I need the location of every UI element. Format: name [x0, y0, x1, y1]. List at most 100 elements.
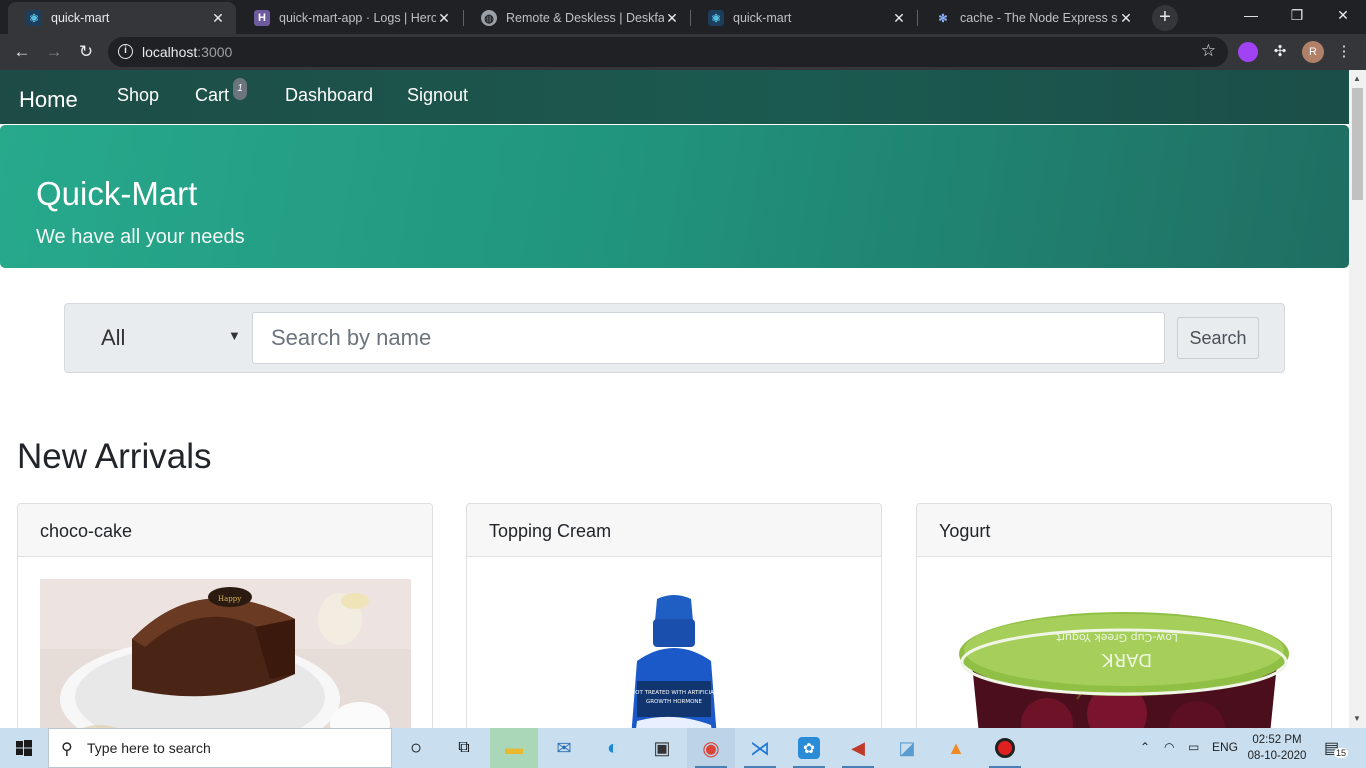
taskbar-search-placeholder: Type here to search: [87, 740, 211, 756]
mail-icon[interactable]: ✉: [540, 728, 588, 768]
edge-icon[interactable]: ◐: [589, 728, 637, 768]
menu-icon[interactable]: ⋮: [1330, 38, 1358, 66]
product-name: Topping Cream: [467, 504, 881, 557]
browser-tab[interactable]: H quick-mart-app · Logs | Heroku ✕: [236, 2, 462, 34]
product-image: NOT TREATED WITH ARTIFICIAL GROWTH HORMO…: [631, 595, 718, 728]
tab-title: cache - The Node Express server: [960, 11, 1118, 25]
nav-signout-link[interactable]: Signout: [407, 85, 468, 106]
url-host: localhost: [142, 44, 198, 60]
close-icon[interactable]: ✕: [891, 10, 907, 27]
battery-icon[interactable]: ▭: [1188, 740, 1199, 754]
page-viewport: Home Shop Cart 1 Dashboard Signout Quick…: [0, 70, 1349, 728]
windows-start-icon[interactable]: [0, 728, 48, 768]
vscode-icon[interactable]: ⋊: [736, 728, 784, 768]
task-view-icon[interactable]: ⧉: [440, 728, 488, 768]
browser-tab[interactable]: ✻ cache - The Node Express server ✕: [917, 2, 1144, 34]
os-taskbar: ⚲ Type here to search ○ ⧉ ▬ ✉ ◐ ▣ ◉ ⋊ ✿ …: [0, 728, 1366, 768]
hero-banner: Quick-Mart We have all your needs: [0, 125, 1349, 268]
browser-tab-bar: ⚛ quick-mart ✕ H quick-mart-app · Logs |…: [0, 0, 1366, 34]
notification-count-badge: 15: [1334, 748, 1349, 758]
product-name: Yogurt: [917, 504, 1331, 557]
hero-subtitle: We have all your needs: [36, 226, 245, 248]
forward-button[interactable]: →: [40, 38, 68, 66]
close-window-button[interactable]: ✕: [1320, 0, 1366, 32]
browser-tab[interactable]: ⚛ quick-mart ✕: [8, 2, 236, 34]
react-icon: ⚛: [26, 10, 42, 26]
category-select-value: All: [101, 325, 126, 350]
info-icon[interactable]: i: [118, 44, 133, 59]
file-explorer-icon[interactable]: ▬: [490, 728, 538, 768]
minimize-button[interactable]: —: [1228, 0, 1274, 32]
product-image: Low-Cup Greek Yogurt DARK: [959, 612, 1289, 728]
category-select[interactable]: All ▼: [65, 304, 253, 372]
svg-text:GROWTH HORMONE: GROWTH HORMONE: [646, 699, 703, 705]
puzzle-icon[interactable]: ✣: [1266, 38, 1294, 66]
svg-text:Happy: Happy: [218, 595, 241, 603]
product-card[interactable]: Topping Cream NOT TREATED WITH ARTIFICIA…: [466, 503, 882, 728]
tray-chevron-up-icon[interactable]: ⌃: [1140, 740, 1150, 754]
browser-toolbar: ← → ↻ i localhost:3000 ☆ ✣ R ⋮: [0, 34, 1366, 70]
svg-text:DARK: DARK: [1101, 649, 1152, 670]
restore-button[interactable]: ❐: [1274, 0, 1320, 32]
tab-title: quick-mart: [51, 11, 110, 25]
taskbar-clock[interactable]: 02:52 PM 08-10-2020: [1246, 732, 1308, 764]
globe-icon: ◍: [481, 10, 497, 26]
clock-date: 08-10-2020: [1247, 750, 1307, 762]
avatar[interactable]: R: [1302, 41, 1324, 63]
product-image: Happy: [40, 579, 411, 728]
nav-dashboard-link[interactable]: Dashboard: [285, 85, 373, 106]
scrollbar-thumb[interactable]: [1352, 88, 1363, 200]
taskbar-search-box[interactable]: ⚲ Type here to search: [48, 728, 392, 768]
address-bar[interactable]: i localhost:3000 ☆: [108, 37, 1228, 67]
recorder-icon[interactable]: [981, 728, 1029, 768]
hero-title: Quick-Mart: [36, 175, 198, 212]
chrome-icon[interactable]: ◉: [687, 728, 735, 768]
search-input[interactable]: [252, 312, 1165, 364]
close-icon[interactable]: ✕: [436, 10, 452, 27]
react-icon: ⚛: [708, 10, 724, 26]
product-card[interactable]: Yogurt Low-Cup Greek Yogurt DARK: [916, 503, 1332, 728]
chevron-down-icon: ▼: [228, 328, 241, 343]
search-button[interactable]: Search: [1177, 317, 1259, 359]
browser-tab[interactable]: ⚛ quick-mart ✕: [690, 2, 917, 34]
wifi-icon[interactable]: ◠: [1164, 740, 1174, 754]
browser-tab[interactable]: ◍ Remote & Deskless | Deskfactory ✕: [463, 2, 690, 34]
back-button[interactable]: ←: [8, 38, 36, 66]
vlc-icon[interactable]: ▲: [932, 728, 980, 768]
reload-button[interactable]: ↻: [72, 38, 100, 66]
extension-icon[interactable]: [1238, 42, 1258, 62]
nav-home-link[interactable]: Home: [19, 87, 78, 113]
notes-app-icon[interactable]: ◪: [883, 728, 931, 768]
nav-cart-link[interactable]: Cart: [195, 85, 229, 106]
bookmark-star-icon[interactable]: ☆: [1201, 41, 1216, 61]
node-icon: ✻: [938, 12, 948, 25]
close-icon[interactable]: ✕: [664, 10, 680, 27]
store-icon[interactable]: ▣: [638, 728, 686, 768]
app-icon[interactable]: ✿: [785, 728, 833, 768]
scroll-down-arrow-icon[interactable]: ▼: [1353, 714, 1361, 723]
product-card[interactable]: choco-cake Happy: [17, 503, 433, 728]
language-indicator[interactable]: ENG: [1212, 740, 1238, 754]
close-icon[interactable]: ✕: [210, 10, 226, 27]
tab-title: Remote & Deskless | Deskfactory: [506, 11, 664, 25]
svg-text:Low-Cup Greek Yogurt: Low-Cup Greek Yogurt: [1055, 631, 1177, 644]
svg-text:NOT TREATED WITH ARTIFICIAL: NOT TREATED WITH ARTIFICIAL: [631, 690, 718, 696]
scroll-up-arrow-icon[interactable]: ▲: [1353, 74, 1361, 83]
url-text: localhost:3000: [142, 44, 232, 60]
new-tab-button[interactable]: +: [1152, 5, 1178, 31]
search-panel: All ▼ Search: [64, 303, 1285, 373]
section-title: New Arrivals: [17, 437, 212, 476]
close-icon[interactable]: ✕: [1118, 10, 1134, 27]
clock-time: 02:52 PM: [1252, 734, 1302, 746]
cart-count-badge: 1: [233, 78, 247, 100]
product-name: choco-cake: [18, 504, 432, 557]
tab-title: quick-mart-app · Logs | Heroku: [279, 11, 436, 25]
url-port: :3000: [197, 44, 233, 60]
site-navbar: Home Shop Cart 1 Dashboard Signout: [0, 70, 1349, 124]
search-icon: ⚲: [61, 741, 73, 758]
cortana-icon[interactable]: ○: [392, 728, 440, 768]
page-scrollbar[interactable]: ▲ ▼: [1349, 70, 1366, 728]
speaker-app-icon[interactable]: ◀: [834, 728, 882, 768]
tab-title: quick-mart: [733, 11, 792, 25]
nav-shop-link[interactable]: Shop: [117, 85, 159, 106]
